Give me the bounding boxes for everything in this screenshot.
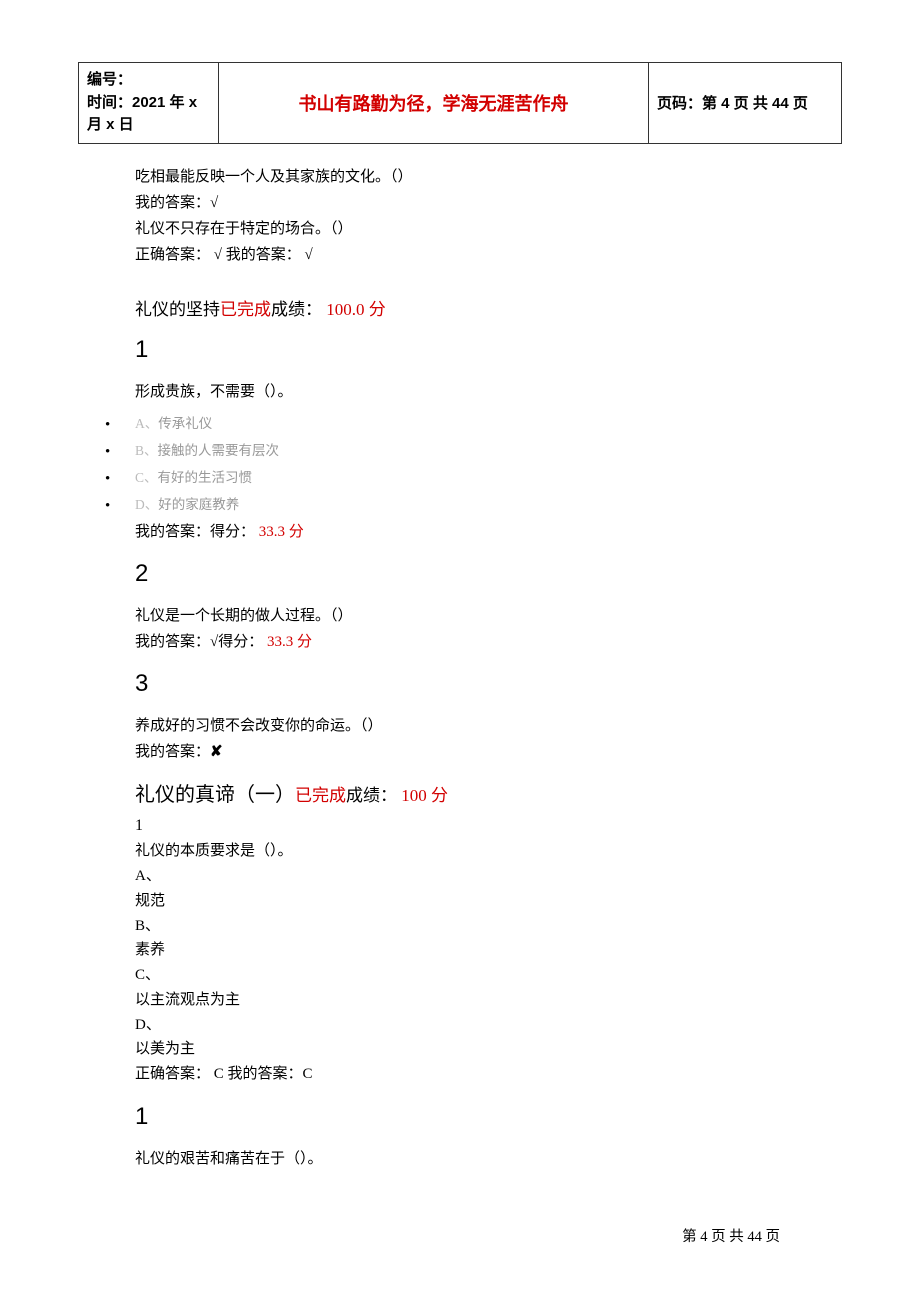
header-center: 书山有路勤为径，学海无涯苦作舟 [219, 63, 649, 144]
header-left: 编号： 时间：2021 年 x 月 x 日 [79, 63, 219, 144]
q1-text: 形成贵族，不需要（）。 [135, 380, 835, 404]
section1-score: 100.0 分 [322, 300, 386, 319]
header-table: 编号： 时间：2021 年 x 月 x 日 书山有路勤为径，学海无涯苦作舟 页码… [78, 62, 842, 144]
s2q1-c-letter: C、 [135, 963, 835, 988]
s2q1-d-letter: D、 [135, 1013, 835, 1038]
q1-option-b: B、接触的人需要有层次 [105, 437, 835, 464]
option-letter: B、 [135, 443, 158, 458]
section1-title: 礼仪的坚持已完成成绩： 100.0 分 [135, 295, 835, 320]
q2-text: 礼仪是一个长期的做人过程。（） [135, 604, 835, 628]
q2-number: 2 [135, 560, 835, 588]
s2q1-answer: 正确答案： C 我的答案：C [135, 1062, 835, 1087]
header-left-line2: 时间：2021 年 x 月 x 日 [87, 92, 210, 137]
section2-score: 100 分 [397, 786, 448, 805]
q2-answer-score: 33.3 分 [263, 634, 312, 650]
s2q1-d-text: 以美为主 [135, 1037, 835, 1062]
section2-title-red: 已完成 [295, 786, 346, 805]
page-footer: 第 4 页 共 44 页 [682, 1225, 780, 1246]
q1-option-a: A、传承礼仪 [105, 410, 835, 437]
intro-line1: 吃相最能反映一个人及其家族的文化。（） [135, 165, 835, 189]
section2-title-a: 礼仪的真谛（一） [135, 784, 295, 806]
content-area: 吃相最能反映一个人及其家族的文化。（） 我的答案：√ 礼仪不只存在于特定的场合。… [135, 165, 835, 1173]
section2-title-b: 成绩： [346, 786, 397, 805]
option-text: 接触的人需要有层次 [158, 443, 280, 458]
q3-answer: 我的答案：✘ [135, 740, 835, 764]
q2-answer-pre: 我的答案： [135, 634, 210, 650]
intro-line3: 礼仪不只存在于特定的场合。（） [135, 217, 835, 241]
q3-answer-pre: 我的答案： [135, 744, 210, 760]
option-letter: C、 [135, 470, 158, 485]
q2-answer-mid: 得分： [218, 634, 263, 650]
s2q1-c-text: 以主流观点为主 [135, 988, 835, 1013]
option-text: 有好的生活习惯 [158, 470, 253, 485]
s2q1-b-letter: B、 [135, 914, 835, 939]
q1-number: 1 [135, 336, 835, 364]
q3-text: 养成好的习惯不会改变你的命运。（） [135, 714, 835, 738]
s2-extra-text: 礼仪的艰苦和痛苦在于（）。 [135, 1147, 835, 1171]
s2q1-a-text: 规范 [135, 889, 835, 914]
option-letter: D、 [135, 497, 158, 512]
section2-title: 礼仪的真谛（一）已完成成绩： 100 分 [135, 778, 835, 807]
q1-option-c: C、有好的生活习惯 [105, 464, 835, 491]
q1-answer-score: 33.3 分 [255, 524, 304, 540]
q2-answer: 我的答案：√得分： 33.3 分 [135, 630, 835, 654]
intro-line4: 正确答案： √ 我的答案： √ [135, 243, 835, 267]
option-text: 好的家庭教养 [158, 497, 239, 512]
q1-answer-pre: 我的答案：得分： [135, 524, 255, 540]
s2-extra-number: 1 [135, 1103, 835, 1131]
s2q1-a-letter: A、 [135, 864, 835, 889]
s2q1-number: 1 [135, 813, 835, 839]
q3-number: 3 [135, 670, 835, 698]
cross-mark-icon: ✘ [210, 744, 223, 760]
intro-line2: 我的答案：√ [135, 191, 835, 215]
section2-q1: 1 礼仪的本质要求是（）。 A、 规范 B、 素养 C、 以主流观点为主 D、 … [135, 813, 835, 1087]
q1-option-d: D、好的家庭教养 [105, 491, 835, 518]
header-left-line1: 编号： [87, 69, 210, 92]
section1-title-b: 成绩： [271, 300, 322, 319]
option-text: 传承礼仪 [158, 416, 212, 431]
q1-options: A、传承礼仪 B、接触的人需要有层次 C、有好的生活习惯 D、好的家庭教养 [105, 410, 835, 518]
check-mark-icon: √ [210, 634, 218, 650]
q1-answer: 我的答案：得分： 33.3 分 [135, 520, 835, 544]
intro-line2-pre: 我的答案： [135, 195, 210, 211]
header-right: 页码：第 4 页 共 44 页 [649, 63, 842, 144]
s2q1-b-text: 素养 [135, 938, 835, 963]
option-letter: A、 [135, 416, 158, 431]
check-mark-icon: √ [210, 195, 218, 211]
section1-title-red: 已完成 [220, 300, 271, 319]
section1-title-a: 礼仪的坚持 [135, 300, 220, 319]
s2q1-text: 礼仪的本质要求是（）。 [135, 839, 835, 864]
